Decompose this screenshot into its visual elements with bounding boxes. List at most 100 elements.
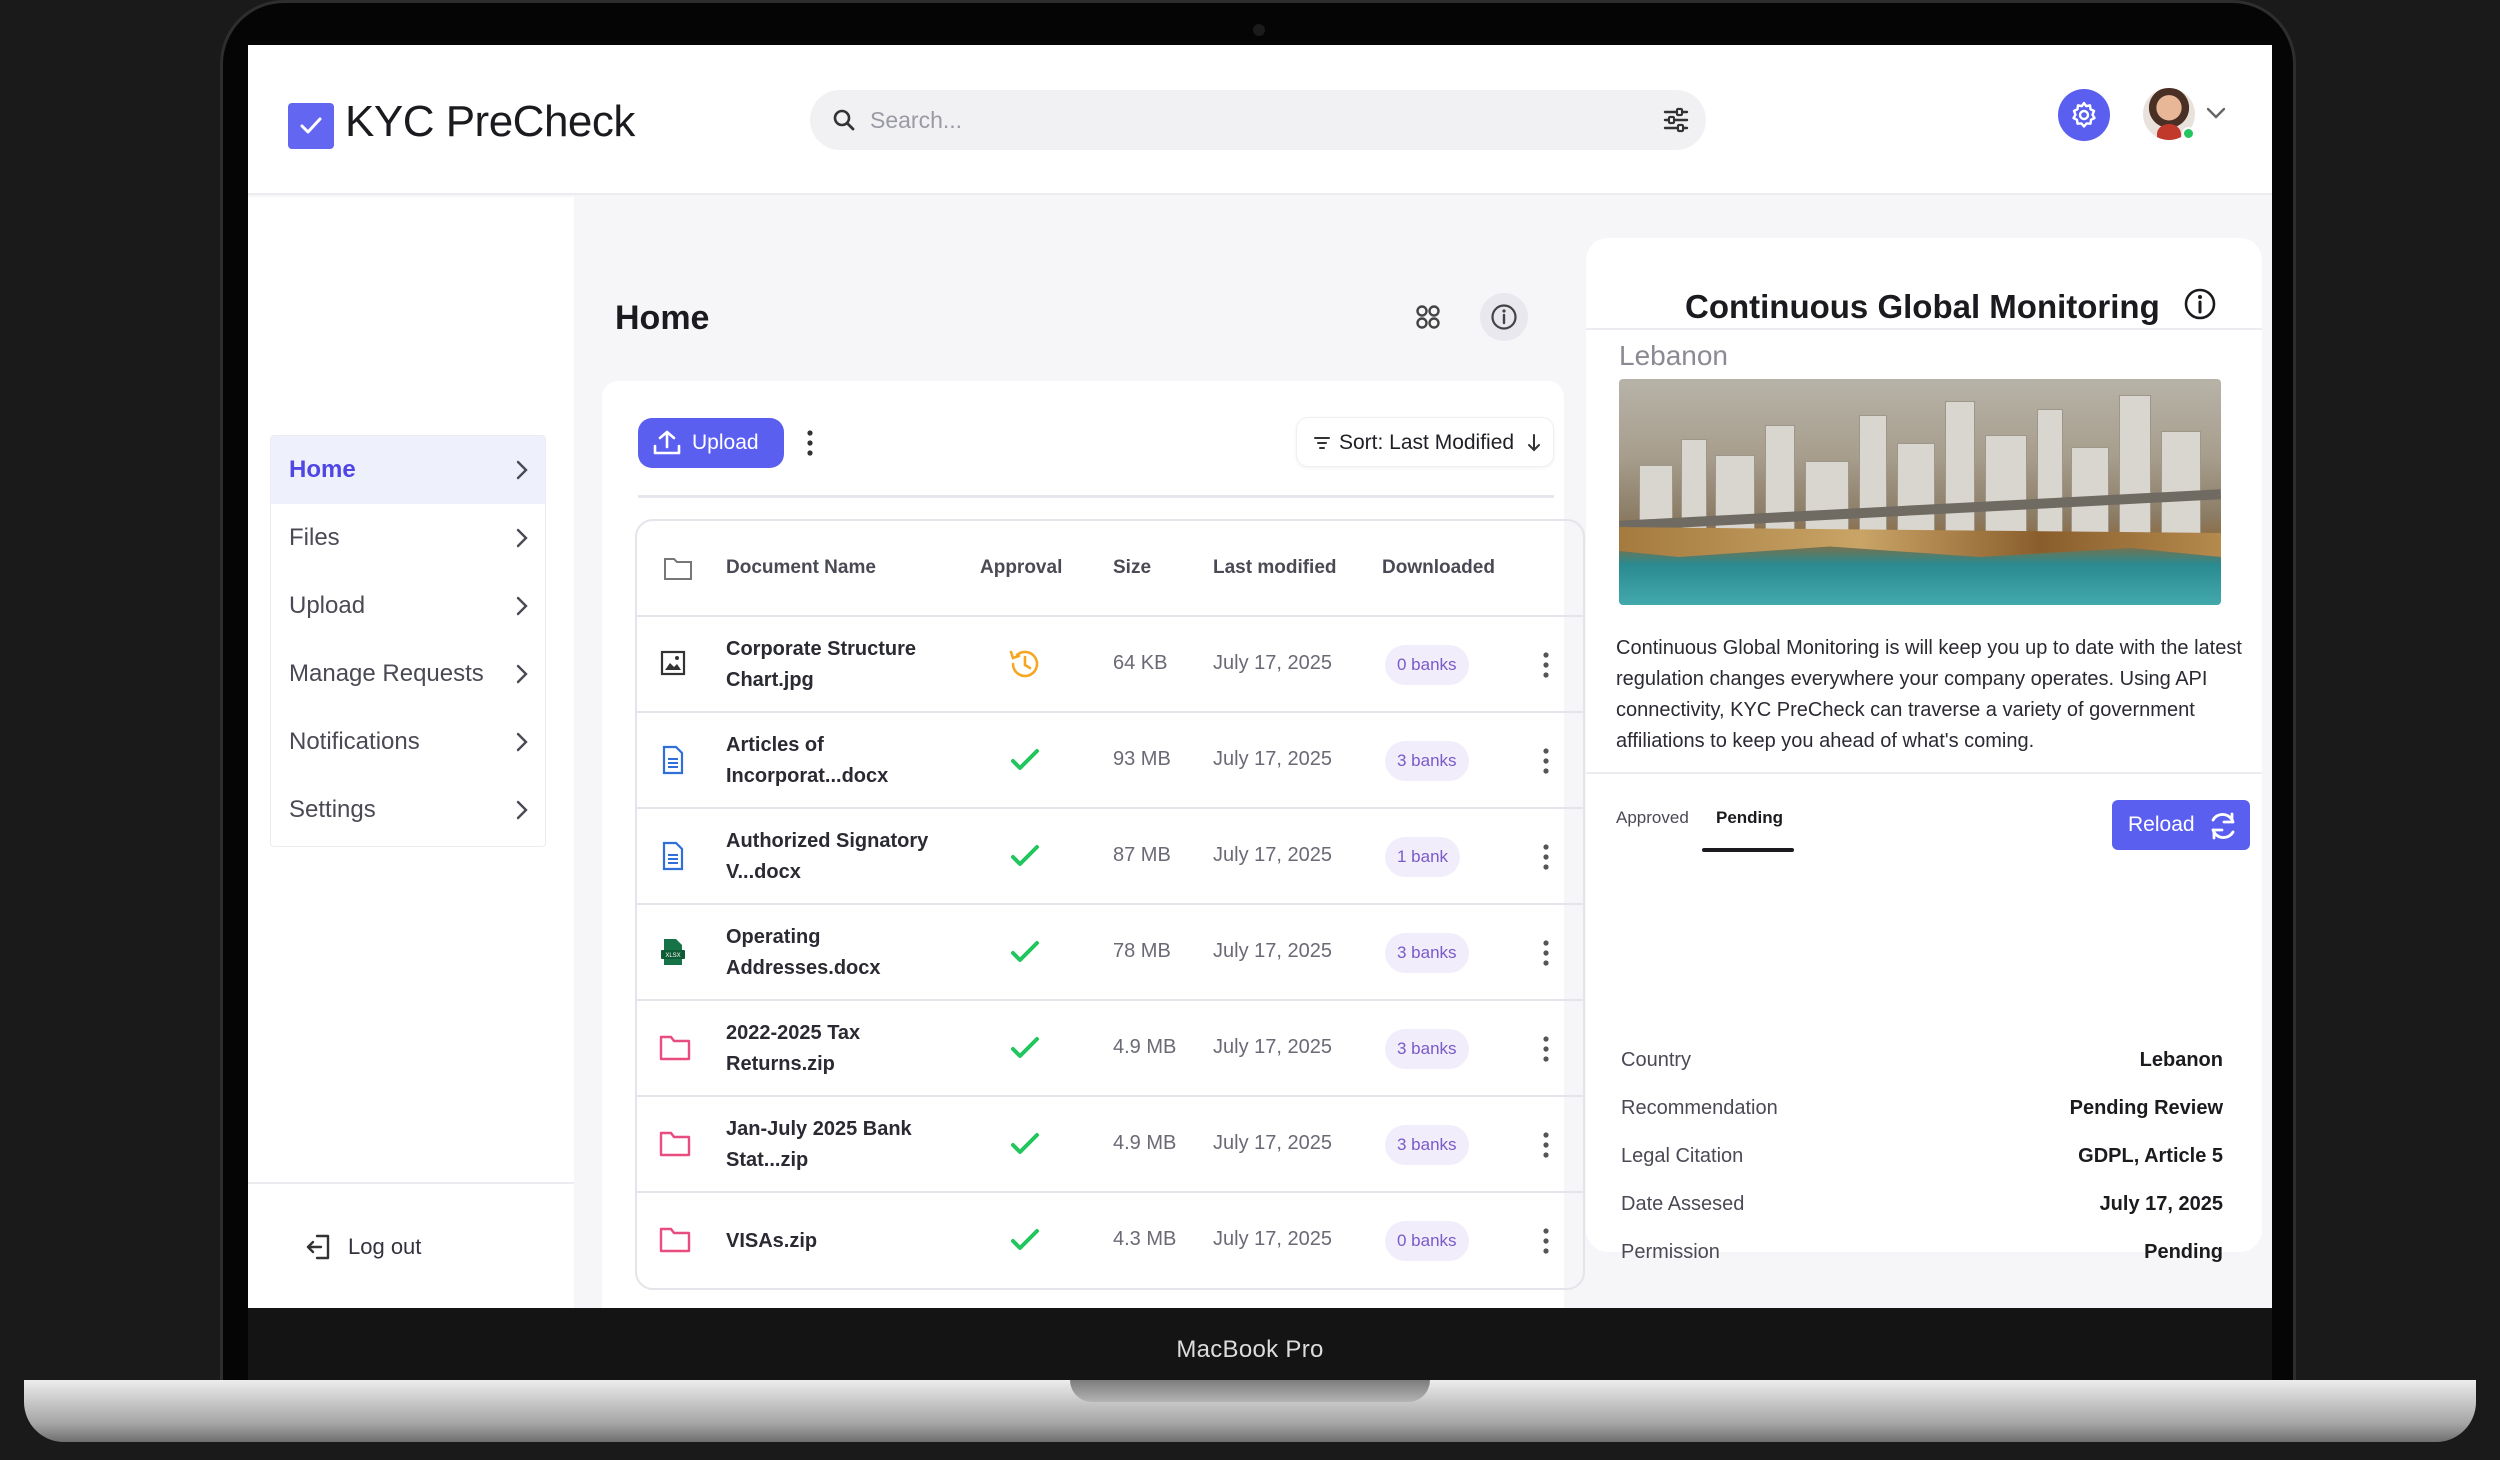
tab-approved[interactable]: Approved [1616, 808, 1689, 828]
download-badge: 1 bank [1385, 837, 1461, 877]
sort-lines-icon [1314, 437, 1330, 449]
folder-icon [659, 1035, 691, 1061]
upload-label: Upload [692, 431, 759, 454]
table-row[interactable]: VISAs.zip 4.3 MB July 17, 2025 0 banks [637, 1193, 1583, 1288]
grid-view-button[interactable] [1404, 293, 1452, 341]
detail-key: Legal Citation [1621, 1145, 1744, 1167]
column-header-modified[interactable]: Last modified [1213, 557, 1337, 579]
download-badge: 0 banks [1385, 1221, 1469, 1261]
sidebar-item-upload[interactable]: Upload [271, 572, 545, 640]
sort-label: Sort: Last Modified [1339, 431, 1515, 454]
document-name: Corporate Structure Chart.jpg [726, 638, 917, 691]
row-menu-icon[interactable] [1534, 647, 1558, 683]
detail-key: Recommendation [1621, 1097, 1778, 1119]
chevron-right-icon [516, 528, 528, 548]
approved-check-icon [1011, 845, 1039, 866]
approved-check-icon [1011, 941, 1039, 962]
document-name: 2022-2025 Tax Returns.zip [726, 1022, 861, 1075]
doc-icon [662, 745, 684, 775]
document-size: 4.3 MB [1113, 1228, 1177, 1250]
document-name: Jan-July 2025 Bank Stat...zip [726, 1118, 912, 1171]
sidebar-item-label: Notifications [289, 728, 420, 755]
row-menu-icon[interactable] [1534, 839, 1558, 875]
detail-value: Pending Review [2069, 1097, 2223, 1119]
city-image [1619, 379, 2221, 605]
column-header-approval[interactable]: Approval [980, 557, 1062, 579]
card-divider [638, 495, 1554, 498]
row-menu-icon[interactable] [1534, 1127, 1558, 1163]
document-size: 87 MB [1113, 844, 1171, 866]
document-modified: July 17, 2025 [1213, 1132, 1332, 1154]
table-row[interactable]: Corporate Structure Chart.jpg 64 KB July… [637, 617, 1583, 713]
sidebar-item-label: Upload [289, 592, 366, 619]
more-options-icon[interactable] [798, 425, 822, 461]
files-card: Upload Sort: Last Modified Document Name… [602, 381, 1585, 1308]
document-name: Operating Addresses.docx [726, 926, 881, 979]
settings-button[interactable] [2058, 89, 2110, 141]
detail-row-recommendation: Recommendation Pending Review [1621, 1097, 2223, 1127]
filter-sliders-icon[interactable] [1662, 106, 1690, 134]
upload-button[interactable]: Upload [638, 418, 784, 468]
arrow-down-icon [1528, 434, 1540, 452]
document-size: 93 MB [1113, 748, 1171, 770]
row-menu-icon[interactable] [1534, 1223, 1558, 1259]
column-header-name[interactable]: Document Name [726, 557, 876, 579]
table-row[interactable]: Authorized Signatory V...docx 87 MB July… [637, 809, 1583, 905]
tab-pending[interactable]: Pending [1716, 808, 1783, 828]
panel-description: Continuous Global Monitoring is will kee… [1616, 637, 2242, 752]
download-badge: 3 banks [1385, 741, 1469, 781]
sidebar-item-notifications[interactable]: Notifications [271, 708, 545, 776]
detail-key: Permission [1621, 1241, 1720, 1263]
table-row[interactable]: XLSX Operating Addresses.docx 78 MB July… [637, 905, 1583, 1001]
row-menu-icon[interactable] [1534, 743, 1558, 779]
sidebar-item-label: Home [289, 456, 356, 483]
sidebar-item-home[interactable]: Home [271, 436, 545, 504]
app-title[interactable]: KYC PreCheck [345, 97, 635, 147]
reload-label: Reload [2128, 813, 2195, 836]
documents-table: Document Name Approval Size Last modifie… [635, 519, 1585, 1290]
search-input[interactable] [870, 101, 1630, 139]
table-row[interactable]: Jan-July 2025 Bank Stat...zip 4.9 MB Jul… [637, 1097, 1583, 1193]
sidebar-item-manage-requests[interactable]: Manage Requests [271, 640, 545, 708]
sidebar-item-label: Manage Requests [289, 660, 484, 687]
sort-dropdown[interactable]: Sort: Last Modified [1296, 417, 1554, 467]
panel-divider [1586, 328, 2262, 330]
laptop-notch [1070, 1380, 1430, 1402]
sidebar-item-settings[interactable]: Settings [271, 776, 545, 844]
document-size: 4.9 MB [1113, 1132, 1177, 1154]
download-badge: 3 banks [1385, 1029, 1469, 1069]
row-menu-icon[interactable] [1534, 1031, 1558, 1067]
detail-value: Pending [2144, 1241, 2223, 1263]
search-icon [833, 109, 855, 131]
upload-icon [653, 430, 681, 455]
row-menu-icon[interactable] [1534, 935, 1558, 971]
chevron-right-icon [516, 800, 528, 820]
sidebar-item-files[interactable]: Files [271, 504, 545, 572]
info-icon[interactable] [2183, 287, 2217, 321]
reload-button[interactable]: Reload [2112, 800, 2250, 850]
logout-button[interactable]: Log out [304, 1227, 421, 1267]
table-row[interactable]: Articles of Incorporat...docx 93 MB July… [637, 713, 1583, 809]
chevron-right-icon [516, 460, 528, 480]
detail-key: Country [1621, 1049, 1692, 1071]
country-heading: Lebanon [1619, 340, 1729, 371]
header: KYC PreCheck [248, 45, 2272, 195]
document-size: 4.9 MB [1113, 1036, 1177, 1058]
sidebar-item-label: Settings [289, 796, 376, 823]
svg-text:XLSX: XLSX [665, 953, 680, 959]
info-button[interactable] [1480, 293, 1528, 341]
detail-row-country: Country Lebanon [1621, 1049, 2223, 1079]
sidebar-nav: Home Files Upload Manage Requests Notifi… [270, 435, 546, 847]
refresh-icon [2211, 812, 2235, 840]
column-header-size[interactable]: Size [1113, 557, 1151, 579]
column-header-downloaded[interactable]: Downloaded [1382, 557, 1495, 579]
document-size: 64 KB [1113, 652, 1168, 674]
document-modified: July 17, 2025 [1213, 1228, 1332, 1250]
document-modified: July 17, 2025 [1213, 844, 1332, 866]
table-row[interactable]: 2022-2025 Tax Returns.zip 4.9 MB July 17… [637, 1001, 1583, 1097]
download-badge: 3 banks [1385, 933, 1469, 973]
chevron-down-icon[interactable] [2205, 105, 2227, 121]
approved-check-icon [1011, 749, 1039, 770]
logo-check-icon[interactable] [288, 103, 334, 149]
search-bar [810, 90, 1706, 150]
